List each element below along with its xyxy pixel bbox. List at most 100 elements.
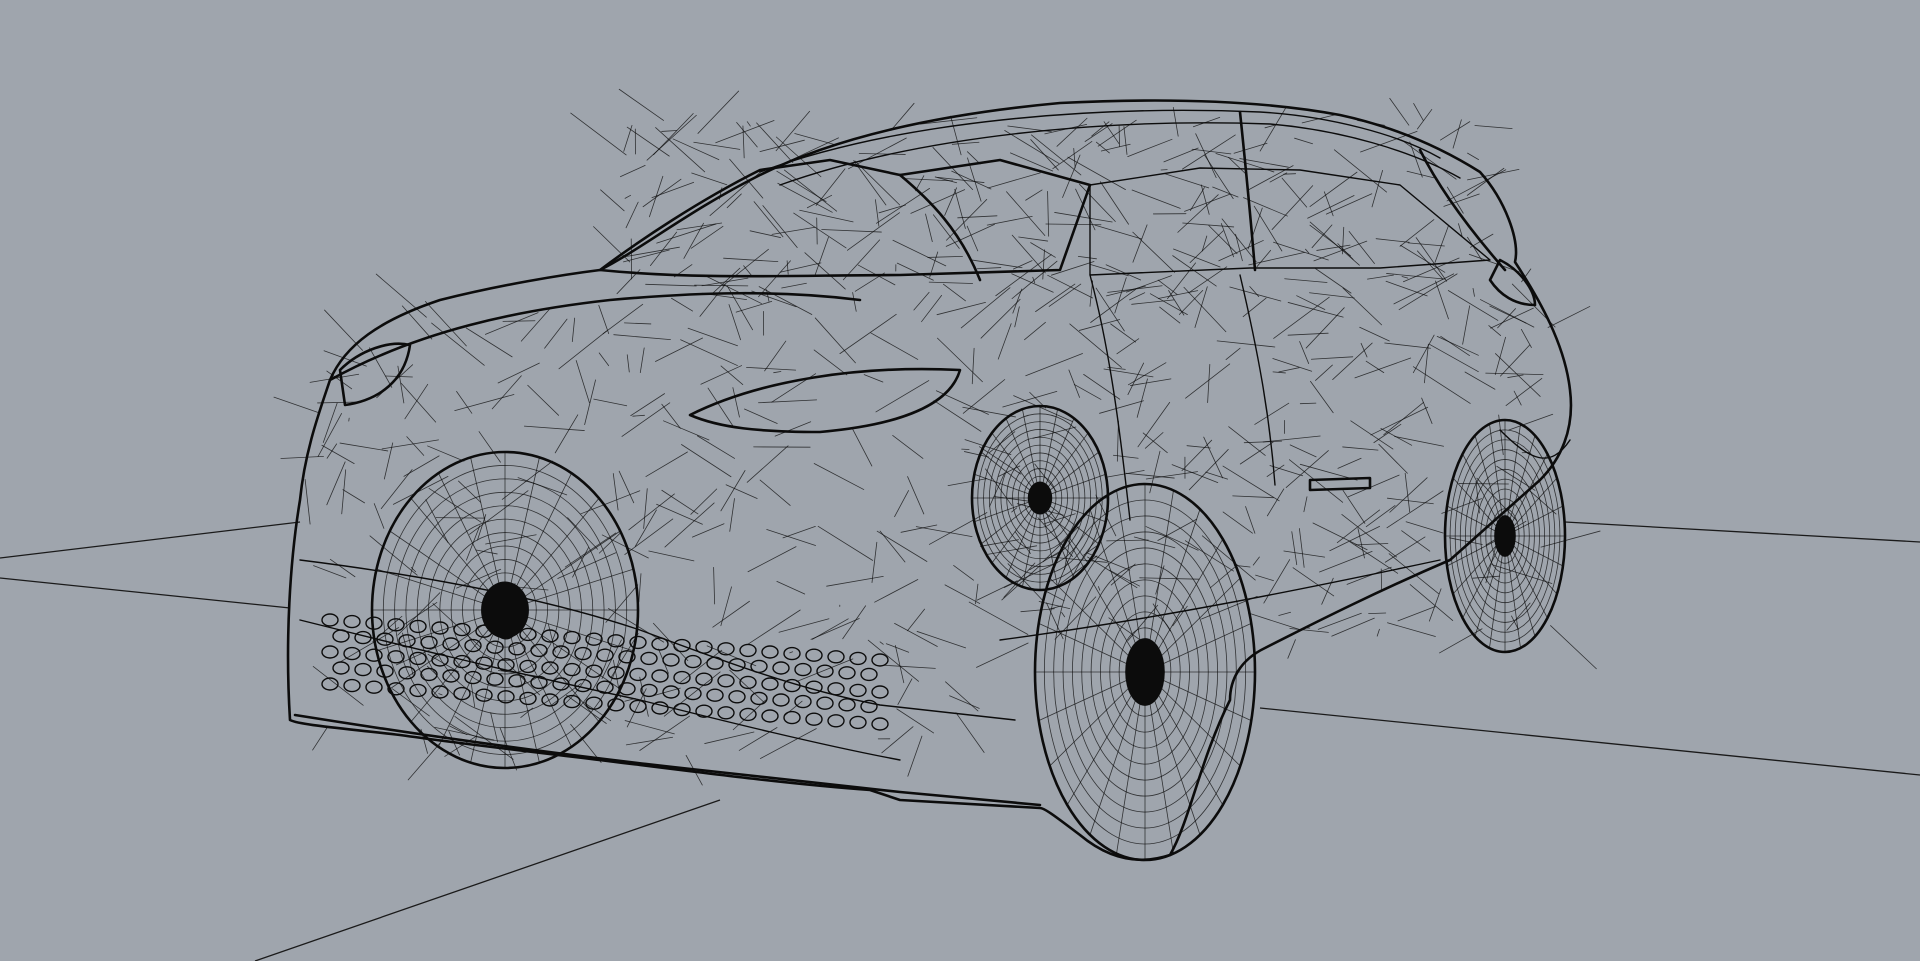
grille-cell: [860, 667, 878, 682]
mesh-edge: [1091, 121, 1110, 137]
grille-cell: [640, 651, 658, 666]
mesh-edge: [728, 304, 741, 341]
mesh-edge: [655, 337, 703, 362]
grille-cell: [706, 656, 724, 670]
mesh-edge: [814, 236, 829, 277]
mesh-edge: [1429, 344, 1479, 373]
mesh-edge: [273, 396, 320, 414]
mesh-edge: [485, 534, 537, 545]
mesh-edge: [759, 479, 791, 506]
mesh-edge: [544, 318, 568, 349]
mesh-edge: [1412, 334, 1435, 374]
mesh-edge: [729, 669, 765, 703]
mesh-edge: [1107, 285, 1163, 293]
mesh-edge: [1319, 551, 1373, 573]
grille-cell: [585, 696, 603, 710]
mesh-edge: [804, 252, 846, 290]
body-outline: [286, 99, 1573, 862]
wheel-spoke: [1066, 691, 1134, 806]
mesh-edge: [879, 530, 906, 563]
mesh-edge: [1307, 195, 1355, 219]
grille-cell: [750, 659, 768, 674]
mesh-edge: [1329, 525, 1380, 552]
mesh-edge: [779, 262, 822, 273]
mesh-edge: [1384, 342, 1431, 349]
mesh-edge: [1255, 574, 1274, 582]
mesh-edge: [987, 172, 1041, 189]
mesh-edge: [381, 439, 439, 450]
mesh-edge: [681, 444, 732, 478]
mesh-edge: [976, 267, 1002, 270]
b-pillar: [1238, 110, 1257, 272]
mesh-edge: [773, 371, 782, 374]
mesh-edge: [951, 141, 980, 145]
mesh-edge: [947, 478, 988, 487]
mesh-edge: [1323, 191, 1334, 217]
mesh-edge: [1172, 107, 1179, 137]
mesh-edge: [612, 473, 619, 511]
mesh-edge: [1216, 340, 1276, 348]
mesh-edge: [671, 297, 694, 312]
mesh-edge: [1229, 286, 1282, 302]
grille-cell: [849, 651, 867, 666]
grille-cell: [739, 707, 757, 722]
mesh-edge: [456, 391, 473, 414]
mesh-edge: [953, 565, 974, 581]
mesh-edge: [980, 298, 1021, 339]
grille-cell: [772, 693, 790, 707]
mesh-edge: [645, 451, 688, 477]
wheel-hub: [1494, 515, 1516, 557]
mesh-edge: [656, 503, 703, 525]
wheel-spoke: [1116, 698, 1142, 854]
mesh-edge: [766, 529, 816, 546]
mesh-edge: [1107, 470, 1145, 478]
wheel-spoke: [1446, 505, 1497, 532]
3d-viewport[interactable]: [0, 0, 1920, 961]
mesh-edge: [1061, 611, 1066, 618]
mesh-edge: [1094, 224, 1142, 240]
mesh-edge: [1490, 307, 1534, 329]
mesh-edge: [1354, 357, 1412, 379]
mesh-edge: [915, 526, 973, 538]
grille-cell: [629, 667, 647, 682]
mesh-edge: [639, 347, 645, 374]
wheel-hub: [1027, 481, 1053, 515]
mesh-edge: [744, 408, 778, 424]
mesh-edge: [753, 201, 784, 238]
wheel-spoke: [991, 507, 1034, 564]
grille-cell: [343, 614, 361, 629]
mesh-edge: [693, 141, 741, 150]
mesh-edge: [1371, 169, 1383, 208]
mesh-edge: [1248, 252, 1305, 266]
mesh-edge: [1299, 341, 1310, 364]
mesh-edge: [913, 291, 930, 311]
wheel-spoke: [1160, 622, 1252, 666]
mesh-edge: [963, 451, 989, 458]
grille-cell: [717, 674, 735, 688]
mesh-edge: [782, 525, 816, 539]
mesh-edge: [1269, 465, 1304, 477]
mesh-edge: [1114, 277, 1127, 314]
mesh-edge: [407, 742, 441, 781]
mesh-edge: [1062, 154, 1081, 198]
grid-axis-line: [0, 577, 291, 609]
mesh-edge: [1383, 402, 1424, 436]
mesh-edge: [321, 444, 355, 465]
mesh-edge: [1256, 249, 1272, 268]
grille-cell: [805, 680, 823, 694]
car-wireframe-model[interactable]: [273, 88, 1601, 862]
mesh-edge: [1157, 279, 1178, 295]
mesh-edge: [894, 645, 905, 684]
mesh-edge: [1342, 287, 1383, 326]
mesh-edge: [976, 580, 1018, 601]
mesh-edge: [1185, 363, 1231, 399]
wheel-hub: [481, 581, 529, 639]
mesh-edge: [764, 340, 787, 372]
mesh-edge: [758, 399, 818, 404]
wheel-spoke: [518, 497, 600, 594]
mesh-edge: [570, 112, 627, 156]
mesh-edge: [960, 287, 1011, 329]
mesh-edge: [1466, 167, 1505, 196]
mesh-edge: [925, 213, 933, 242]
grille-cell: [651, 669, 669, 683]
